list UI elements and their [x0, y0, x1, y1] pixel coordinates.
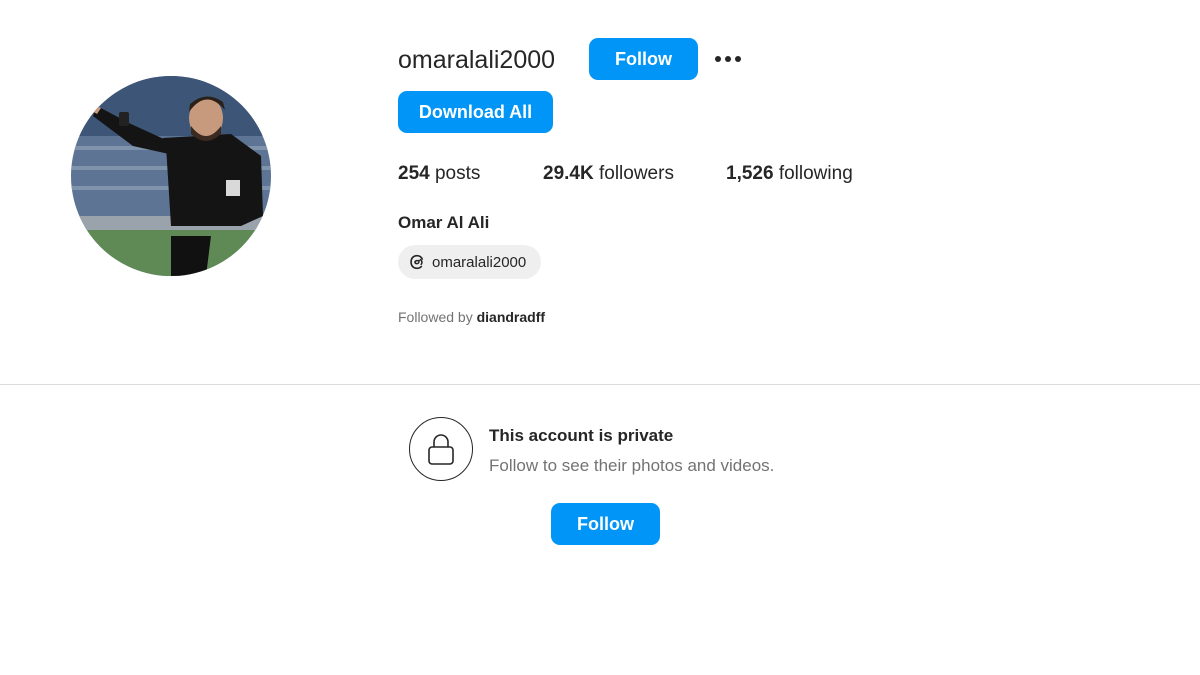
following-count: 1,526	[726, 163, 774, 184]
threads-icon	[410, 254, 424, 270]
private-account-subtitle: Follow to see their photos and videos.	[489, 456, 775, 475]
followed-by-user[interactable]: diandradff	[477, 309, 545, 325]
posts-stat: 254 posts	[398, 162, 480, 186]
section-divider	[0, 384, 1200, 385]
posts-count: 254	[398, 163, 430, 184]
follow-button-private[interactable]: Follow	[551, 503, 660, 545]
avatar[interactable]	[71, 76, 271, 276]
lock-icon-circle	[409, 417, 473, 481]
download-all-button[interactable]: Download All	[398, 91, 553, 133]
follow-button[interactable]: Follow	[589, 38, 698, 80]
followers-stat[interactable]: 29.4K followers	[543, 162, 674, 186]
followed-by-prefix: Followed by	[398, 309, 473, 325]
following-stat[interactable]: 1,526 following	[726, 162, 853, 186]
profile-full-name: Omar Al Ali	[398, 213, 490, 232]
following-label: following	[778, 163, 853, 184]
profile-username: omaralali2000	[398, 46, 556, 74]
profile-photo	[71, 76, 271, 276]
posts-label: posts	[434, 163, 481, 184]
private-account-title: This account is private	[489, 426, 674, 445]
followers-label: followers	[598, 163, 674, 184]
threads-link[interactable]: omaralali2000	[398, 245, 541, 279]
followed-by: Followed by diandradff	[398, 309, 545, 325]
threads-handle: omaralali2000	[432, 253, 527, 271]
lock-icon	[428, 434, 454, 465]
followers-count: 29.4K	[543, 163, 594, 184]
more-options-icon[interactable]	[715, 52, 747, 66]
